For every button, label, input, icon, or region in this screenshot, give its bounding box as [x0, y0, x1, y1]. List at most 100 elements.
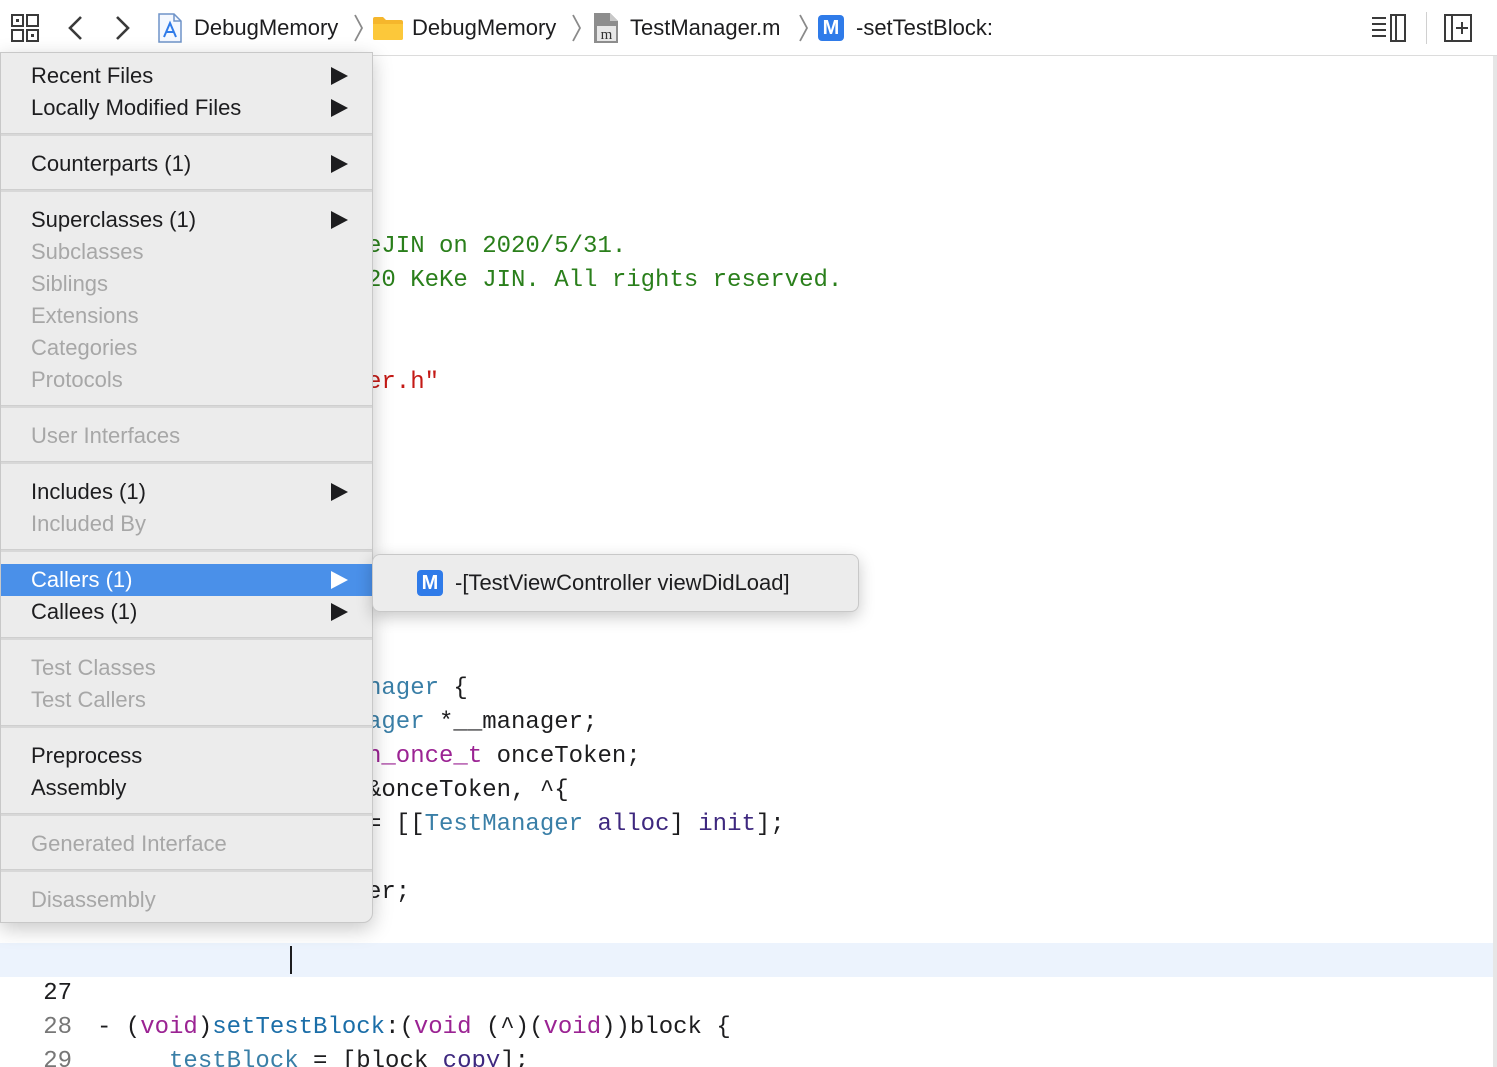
forward-icon[interactable]	[112, 14, 132, 42]
chevron-right-icon	[799, 14, 809, 42]
submenu-arrow-icon	[331, 483, 348, 501]
submenu-arrow-icon	[331, 211, 348, 229]
menu-item-label: Disassembly	[31, 887, 156, 912]
add-editor-icon[interactable]	[1443, 13, 1473, 43]
menu-separator	[1, 405, 372, 408]
menu-item-test-classes: Test Classes	[1, 652, 372, 684]
folder-icon	[373, 17, 403, 40]
submenu-arrow-icon	[331, 67, 348, 85]
menu-item-label: Siblings	[31, 271, 109, 296]
menu-item-user-interfaces: User Interfaces	[1, 420, 372, 452]
menu-item-locally-modified-files[interactable]: Locally Modified Files	[1, 92, 372, 124]
menu-item-label: Test Classes	[31, 655, 156, 680]
menu-item-callees[interactable]: Callees (1)	[1, 596, 372, 628]
submenu-item-label: -[TestViewController viewDidLoad]	[455, 570, 790, 595]
related-items-icon[interactable]	[10, 13, 40, 43]
code-comment: 20 KeKe JIN. All rights reserved.	[367, 267, 843, 294]
menu-item-label: Includes (1)	[31, 479, 146, 504]
objc-file-icon: m	[594, 13, 618, 43]
menu-item-label: Protocols	[31, 367, 123, 392]
breadcrumb-project[interactable]: DebugMemory	[156, 0, 338, 56]
menu-separator	[1, 133, 372, 136]
menu-item-assembly[interactable]: Assembly	[1, 772, 372, 804]
code-token: init	[698, 811, 756, 838]
menu-item-counterparts[interactable]: Counterparts (1)	[1, 148, 372, 180]
code-line: 28 _testBlock = [block copy];	[0, 977, 1493, 1067]
breadcrumb-file[interactable]: m TestManager.m	[592, 0, 780, 56]
menu-item-disassembly: Disassembly	[1, 884, 372, 916]
breadcrumb-group[interactable]: DebugMemory	[372, 0, 556, 56]
menu-item-label: Included By	[31, 511, 146, 536]
code-line: 30	[0, 1045, 1493, 1067]
menu-item-label: Superclasses (1)	[31, 207, 197, 232]
breadcrumb-label: DebugMemory	[194, 15, 339, 40]
menu-item-label: Locally Modified Files	[31, 95, 242, 120]
code-string: er.h"	[367, 369, 440, 396]
menu-item-label: Generated Interface	[31, 831, 227, 856]
menu-item-label: Recent Files	[31, 63, 154, 88]
code-token: alloc	[597, 811, 670, 838]
menu-separator	[1, 725, 372, 728]
toolbar-divider	[1426, 12, 1427, 44]
breadcrumb-label: -setTestBlock:	[856, 15, 993, 40]
submenu-item-caller[interactable]: M -[TestViewController viewDidLoad]	[373, 555, 858, 611]
menu-item-preprocess[interactable]: Preprocess	[1, 740, 372, 772]
method-icon: M	[818, 15, 844, 41]
menu-item-subclasses: Subclasses	[1, 236, 372, 268]
chevron-right-icon	[354, 14, 364, 42]
submenu-arrow-icon	[331, 603, 348, 621]
menu-item-label: Extensions	[31, 303, 139, 328]
menu-item-label: Preprocess	[31, 743, 143, 768]
menu-item-protocols: Protocols	[1, 364, 372, 396]
menu-item-includes[interactable]: Includes (1)	[1, 476, 372, 508]
code-token: ];	[755, 811, 785, 838]
menu-item-label: Assembly	[31, 775, 127, 800]
menu-separator	[1, 813, 372, 816]
xcode-project-icon	[158, 13, 182, 43]
submenu-arrow-icon	[331, 155, 348, 173]
menu-item-label: Subclasses	[31, 239, 144, 264]
method-icon: M	[417, 570, 443, 596]
submenu-arrow-icon	[331, 571, 348, 589]
code-token: ]	[669, 811, 699, 838]
jump-bar: DebugMemory DebugMemory m TestManager.m …	[0, 0, 1497, 56]
file-badge-text: m	[601, 27, 613, 43]
editor-scrollbar[interactable]	[1493, 56, 1497, 1067]
menu-item-callers[interactable]: Callers (1)	[1, 564, 372, 596]
menu-item-generated-interface: Generated Interface	[1, 828, 372, 860]
related-items-menu: Recent Files Locally Modified Files Coun…	[0, 52, 373, 923]
menu-item-label: Callees (1)	[31, 599, 138, 624]
callers-submenu: M -[TestViewController viewDidLoad]	[372, 554, 859, 612]
menu-separator	[1, 549, 372, 552]
menu-item-included-by: Included By	[1, 508, 372, 540]
breadcrumb-label: TestManager.m	[630, 15, 781, 40]
menu-item-label: Counterparts (1)	[31, 151, 192, 176]
inspector-toggle-icon[interactable]	[1370, 13, 1408, 43]
menu-separator	[1, 461, 372, 464]
menu-separator	[1, 869, 372, 872]
code-line: 29 }	[0, 1011, 1493, 1067]
menu-item-superclasses[interactable]: Superclasses (1)	[1, 204, 372, 236]
menu-item-label: User Interfaces	[31, 423, 181, 448]
breadcrumb-method[interactable]: M -setTestBlock:	[818, 0, 993, 56]
menu-item-test-callers: Test Callers	[1, 684, 372, 716]
back-icon[interactable]	[66, 14, 86, 42]
code-line-current[interactable]: 27 - (void)setTestBlock:(void (^)(void))…	[0, 943, 1493, 1041]
menu-item-label: Test Callers	[31, 687, 146, 712]
menu-item-extensions: Extensions	[1, 300, 372, 332]
code-token: TestManager	[424, 811, 584, 838]
chevron-right-icon	[572, 14, 582, 42]
menu-item-label: Categories	[31, 335, 138, 360]
menu-item-siblings: Siblings	[1, 268, 372, 300]
breadcrumb-label: DebugMemory	[412, 15, 557, 40]
menu-item-categories: Categories	[1, 332, 372, 364]
menu-item-recent-files[interactable]: Recent Files	[1, 60, 372, 92]
menu-item-label: Callers (1)	[31, 567, 133, 592]
menu-separator	[1, 189, 372, 192]
code-token: = [[	[367, 811, 425, 838]
text-caret	[290, 946, 292, 974]
code-token: er;	[367, 879, 411, 906]
submenu-arrow-icon	[331, 99, 348, 117]
menu-separator	[1, 637, 372, 640]
